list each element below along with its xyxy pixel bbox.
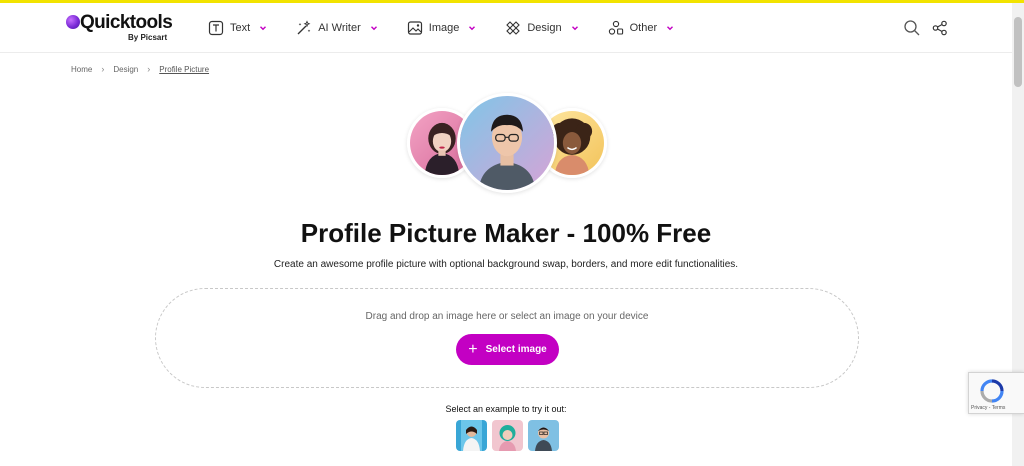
recaptcha-icon — [979, 378, 1005, 404]
breadcrumb: Home › Design › Profile Picture — [71, 64, 209, 74]
logo-name: Quicktools — [80, 12, 173, 33]
example-thumbnail[interactable] — [528, 420, 559, 451]
chevron-down-icon — [468, 24, 476, 32]
nav-item-label: Other — [629, 22, 658, 34]
chevron-down-icon — [571, 24, 579, 32]
select-image-button[interactable]: + Select image — [456, 334, 559, 365]
nav-item-label: Text — [230, 22, 251, 34]
recaptcha-links[interactable]: Privacy - Terms — [971, 405, 1005, 411]
shapes-icon — [608, 20, 624, 36]
main-nav: Text AI Writer Image Design Other — [208, 17, 703, 39]
nav-item-label: Design — [527, 22, 562, 34]
page-title-emphasis: - 100% Free — [559, 218, 712, 248]
search-icon[interactable] — [903, 19, 921, 37]
page-subtitle: Create an awesome profile picture with o… — [273, 259, 739, 270]
nav-item-ai-writer[interactable]: AI Writer — [296, 17, 378, 39]
nav-item-label: Image — [428, 22, 460, 34]
text-box-icon — [208, 20, 224, 36]
logo-subtitle: By Picsart — [128, 33, 168, 42]
examples-label: Select an example to try it out: — [445, 404, 567, 414]
chevron-down-icon — [259, 24, 267, 32]
nav-item-label: AI Writer — [318, 22, 361, 34]
sample-avatar-man-glasses — [457, 93, 557, 193]
quicktools-logo[interactable]: Quicktools By Picsart — [66, 12, 176, 45]
page-title: Profile Picture Maker - 100% Free — [0, 218, 1012, 249]
breadcrumb-design[interactable]: Design — [113, 65, 138, 74]
image-icon — [407, 20, 423, 36]
nav-item-image[interactable]: Image — [407, 17, 477, 39]
site-header: Quicktools By Picsart Text AI Writer Ima… — [0, 3, 1012, 53]
breadcrumb-home[interactable]: Home — [71, 65, 92, 74]
example-thumbnails — [456, 420, 564, 451]
nav-item-text[interactable]: Text — [208, 17, 267, 39]
breadcrumb-current[interactable]: Profile Picture — [159, 65, 209, 74]
magic-wand-icon — [296, 20, 312, 36]
chevron-down-icon — [666, 24, 674, 32]
nav-item-other[interactable]: Other — [608, 17, 675, 39]
plus-icon: + — [468, 340, 478, 358]
image-dropzone[interactable]: Drag and drop an image here or select an… — [155, 288, 859, 388]
share-icon[interactable] — [931, 19, 949, 37]
example-thumbnail[interactable] — [492, 420, 523, 451]
nav-item-design[interactable]: Design — [505, 17, 578, 39]
recaptcha-badge[interactable]: Privacy - Terms — [968, 372, 1024, 414]
select-image-label: Select image — [485, 344, 547, 355]
design-tools-icon — [505, 20, 521, 36]
chevron-right-icon: › — [101, 64, 105, 74]
dropzone-instruction: Drag and drop an image here or select an… — [365, 311, 649, 322]
page-title-main: Profile Picture Maker — [300, 218, 560, 248]
scrollbar-thumb[interactable] — [1014, 17, 1022, 87]
chevron-down-icon — [370, 24, 378, 32]
chevron-right-icon: › — [147, 64, 151, 74]
logo-mark-icon — [66, 15, 80, 29]
example-thumbnail[interactable] — [456, 420, 487, 451]
